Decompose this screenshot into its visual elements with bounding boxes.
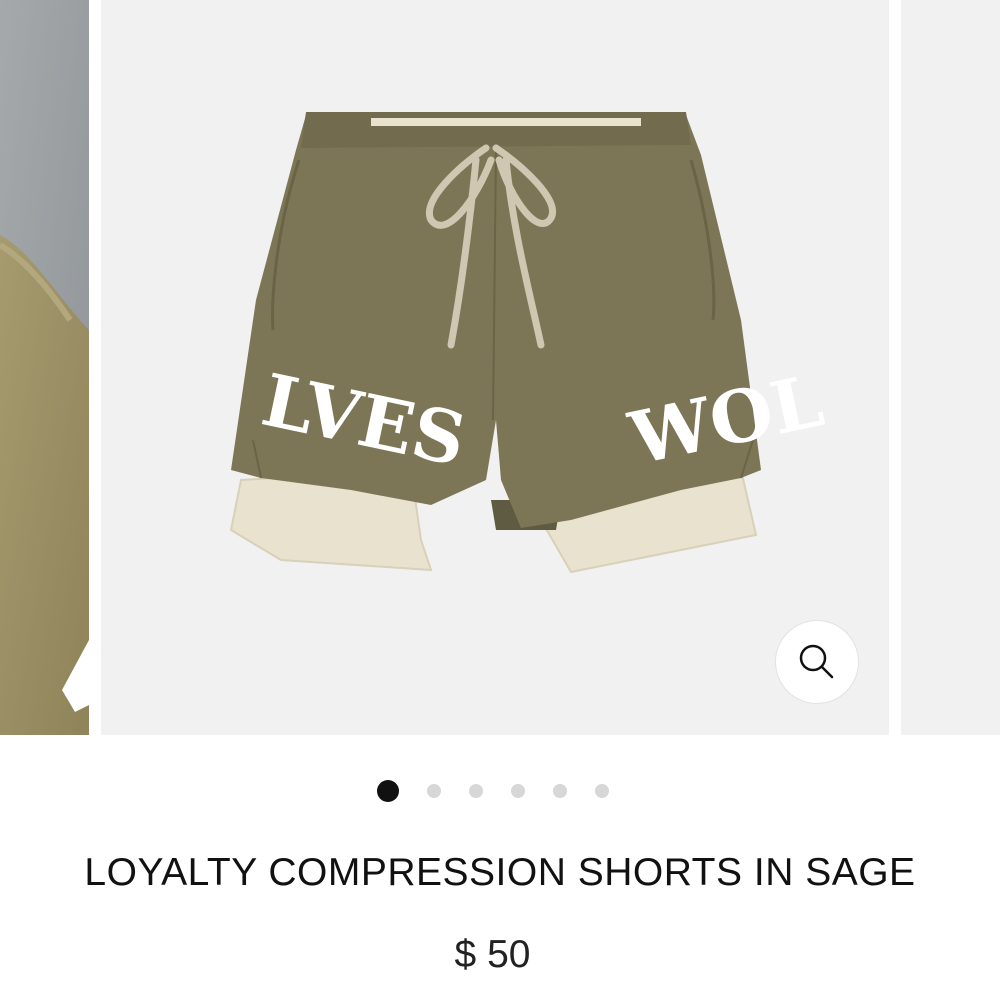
pagination-dot-2[interactable] <box>427 784 441 798</box>
carousel-pagination <box>0 780 1000 802</box>
next-slide-image[interactable] <box>901 0 1000 735</box>
zoom-button[interactable] <box>775 620 859 704</box>
main-product-image[interactable]: LVES WOL <box>101 0 889 735</box>
pagination-dot-5[interactable] <box>553 784 567 798</box>
product-title: LOYALTY COMPRESSION SHORTS IN SAGE <box>84 851 916 894</box>
magnifier-icon <box>799 644 834 679</box>
pagination-dot-1[interactable] <box>377 780 399 802</box>
product-price: $ 50 <box>454 933 531 976</box>
previous-slide-image[interactable] <box>0 0 89 735</box>
product-page: LVES WOL LOYALTY COMPRESSION SHORTS IN S… <box>0 0 1000 1000</box>
pagination-dot-4[interactable] <box>511 784 525 798</box>
product-image-carousel[interactable]: LVES WOL <box>0 0 1000 735</box>
pagination-dot-6[interactable] <box>595 784 609 798</box>
pagination-dot-3[interactable] <box>469 784 483 798</box>
